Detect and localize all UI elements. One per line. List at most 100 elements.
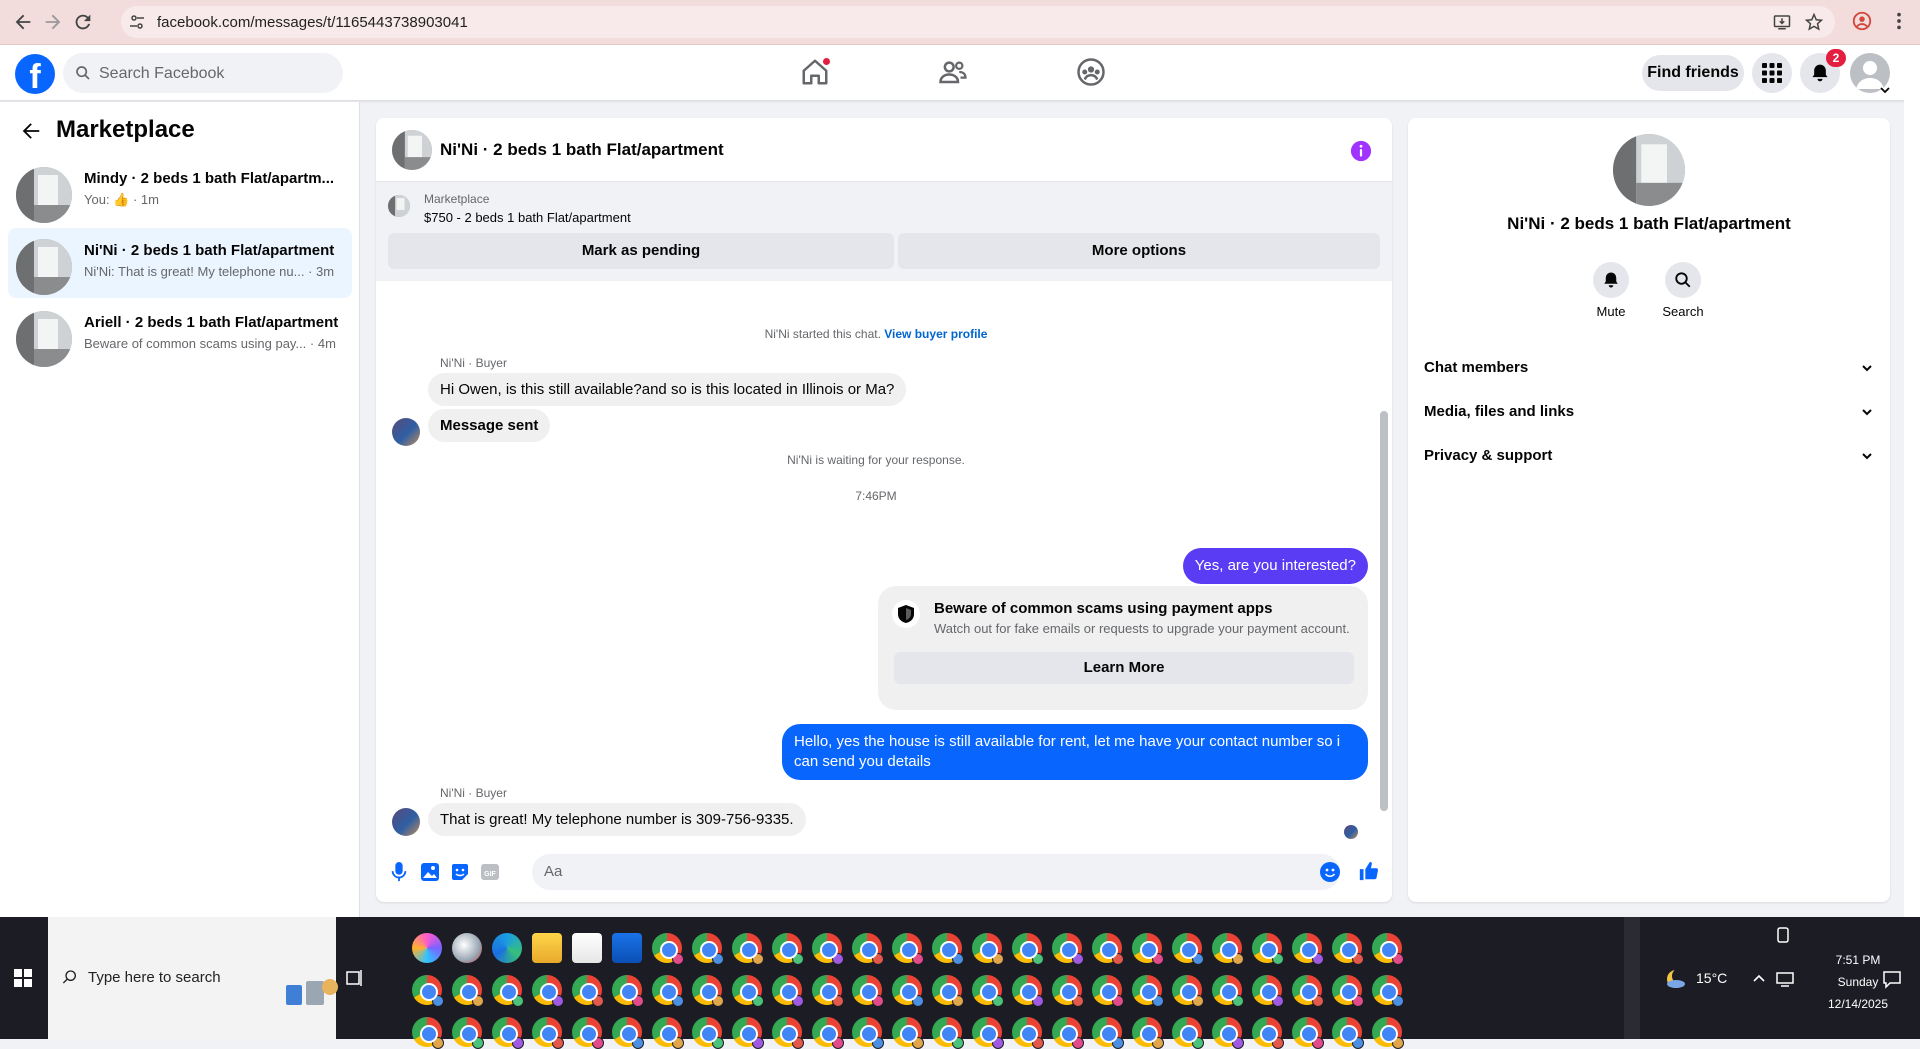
back-icon[interactable] (12, 11, 34, 33)
chrome-window-icon[interactable] (1372, 975, 1404, 1007)
listing-price[interactable]: $750 - 2 beds 1 bath Flat/apartment (424, 210, 631, 225)
emoji-icon[interactable] (1320, 862, 1340, 882)
chrome-window-icon[interactable] (892, 975, 924, 1007)
bookmark-star-icon[interactable] (1805, 13, 1823, 31)
media-files-links-section[interactable]: Media, files and links (1424, 394, 1874, 430)
chrome-window-icon[interactable] (1292, 975, 1324, 1007)
chrome-window-icon[interactable] (1212, 933, 1244, 965)
conversation-item-mindy[interactable]: Mindy · 2 beds 1 bath Flat/apartm... You… (8, 156, 352, 226)
chrome-window-icon[interactable] (492, 1017, 524, 1049)
gif-icon[interactable]: GIF (480, 862, 500, 882)
message-input[interactable]: Aa (532, 854, 1340, 890)
chrome-window-icon[interactable] (412, 975, 444, 1007)
chrome-window-icon[interactable] (1012, 933, 1044, 965)
more-options-button[interactable]: More options (898, 233, 1380, 269)
chrome-window-icon[interactable] (732, 975, 764, 1007)
chrome-window-icon[interactable] (1332, 1017, 1364, 1049)
install-app-icon[interactable] (1773, 13, 1791, 31)
chrome-window-icon[interactable] (772, 933, 804, 965)
chrome-window-icon[interactable] (1172, 933, 1204, 965)
chrome-window-icon[interactable] (572, 1017, 604, 1049)
chrome-window-icon[interactable] (652, 975, 684, 1007)
reload-icon[interactable] (72, 11, 94, 33)
chrome-window-icon[interactable] (892, 933, 924, 965)
chat-scrollbar[interactable] (1376, 281, 1392, 837)
chrome-window-icon[interactable] (1172, 975, 1204, 1007)
incoming-message[interactable]: That is great! My telephone number is 30… (428, 803, 806, 836)
taskbar-search[interactable]: Type here to search (48, 917, 338, 1039)
action-center-icon[interactable] (1882, 969, 1902, 989)
microsoft-store-app-icon[interactable] (572, 933, 602, 963)
find-friends-button[interactable]: Find friends (1642, 55, 1744, 91)
chrome-window-icon[interactable] (492, 975, 524, 1007)
info-icon[interactable] (1350, 140, 1372, 162)
account-chevron-icon[interactable] (1880, 85, 1890, 95)
chrome-window-icon[interactable] (972, 933, 1004, 965)
chrome-window-icon[interactable] (1252, 933, 1284, 965)
chrome-window-icon[interactable] (1372, 933, 1404, 965)
buyer-avatar[interactable] (392, 808, 420, 836)
chrome-window-icon[interactable] (932, 1017, 964, 1049)
chrome-window-icon[interactable] (1212, 1017, 1244, 1049)
chrome-window-icon[interactable] (932, 975, 964, 1007)
chrome-window-icon[interactable] (452, 975, 484, 1007)
chrome-window-icon[interactable] (1252, 975, 1284, 1007)
conversation-item-nini[interactable]: Ni'Ni · 2 beds 1 bath Flat/apartment Ni'… (8, 228, 352, 298)
chrome-window-icon[interactable] (812, 975, 844, 1007)
edge-app-icon[interactable] (492, 933, 522, 963)
chrome-window-icon[interactable] (732, 1017, 764, 1049)
start-button[interactable] (0, 917, 48, 1039)
details-listing-photo[interactable] (1613, 134, 1685, 206)
chrome-window-icon[interactable] (932, 933, 964, 965)
chrome-window-icon[interactable] (1372, 1017, 1404, 1049)
incoming-message[interactable]: Message sent (428, 409, 551, 442)
menu-button[interactable] (1752, 53, 1792, 93)
conversation-item-ariell[interactable]: Ariell · 2 beds 1 bath Flat/apartment Be… (8, 300, 352, 370)
url-text[interactable]: facebook.com/messages/t/1165443738903041 (157, 14, 468, 31)
search-conversation-button[interactable]: Search (1643, 262, 1723, 319)
chrome-window-icon[interactable] (1052, 1017, 1084, 1049)
task-view-icon[interactable] (346, 969, 364, 987)
outgoing-message[interactable]: Hello, yes the house is still available … (782, 724, 1368, 780)
tablet-mode-icon[interactable] (1776, 927, 1790, 943)
chevron-up-icon[interactable] (1752, 973, 1766, 983)
chrome-window-icon[interactable] (692, 1017, 724, 1049)
chrome-window-icon[interactable] (1332, 975, 1364, 1007)
sticker-icon[interactable] (450, 862, 470, 882)
chrome-window-icon[interactable] (852, 975, 884, 1007)
incoming-message[interactable]: Hi Owen, is this still available?and so … (428, 373, 907, 406)
chrome-window-icon[interactable] (412, 1017, 444, 1049)
photo-icon[interactable] (420, 862, 440, 882)
learn-more-button[interactable]: Learn More (894, 652, 1354, 684)
outlook-app-icon[interactable] (612, 933, 642, 963)
chrome-window-icon[interactable] (1052, 933, 1084, 965)
chrome-window-icon[interactable] (1092, 933, 1124, 965)
chrome-window-icon[interactable] (1012, 1017, 1044, 1049)
buyer-avatar[interactable] (392, 418, 420, 446)
file-explorer-app-icon[interactable] (532, 933, 562, 963)
page-scrollbar[interactable] (1904, 45, 1920, 917)
chrome-window-icon[interactable] (532, 1017, 564, 1049)
weather-icon[interactable] (1664, 967, 1688, 991)
copilot-app-icon[interactable] (412, 933, 442, 963)
chrome-window-icon[interactable] (572, 975, 604, 1007)
chrome-window-icon[interactable] (692, 975, 724, 1007)
chrome-window-icon[interactable] (652, 1017, 684, 1049)
taskbar-overflow-scrollbar[interactable] (1624, 917, 1640, 1039)
temperature[interactable]: 15°C (1696, 970, 1727, 986)
back-arrow-icon[interactable] (20, 120, 42, 142)
chrome-window-icon[interactable] (732, 933, 764, 965)
friends-icon[interactable] (938, 57, 968, 87)
chat-scrollbar-thumb[interactable] (1380, 411, 1388, 811)
chrome-window-icon[interactable] (1052, 975, 1084, 1007)
chrome-window-icon[interactable] (1292, 1017, 1324, 1049)
chrome-window-icon[interactable] (772, 975, 804, 1007)
chrome-window-icon[interactable] (772, 1017, 804, 1049)
address-bar[interactable]: facebook.com/messages/t/1165443738903041 (121, 6, 1835, 38)
facebook-logo[interactable]: f (15, 54, 55, 94)
chrome-window-icon[interactable] (1252, 1017, 1284, 1049)
chrome-window-icon[interactable] (1332, 933, 1364, 965)
snipping-app-icon[interactable] (452, 933, 482, 963)
chrome-window-icon[interactable] (812, 1017, 844, 1049)
chrome-window-icon[interactable] (852, 1017, 884, 1049)
